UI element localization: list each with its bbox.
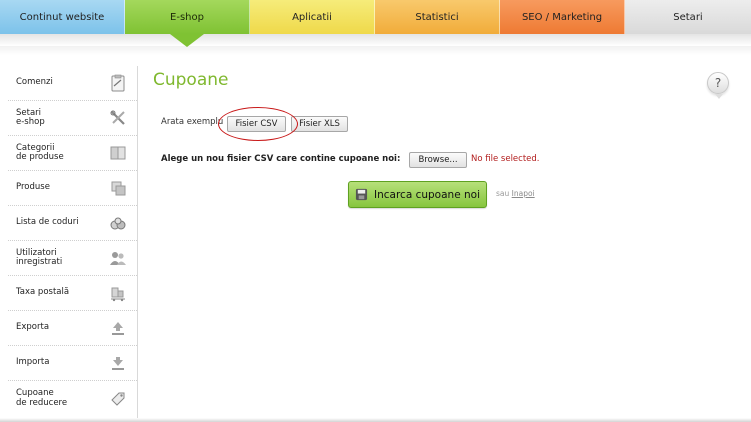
bottom-border [0,418,751,422]
tab-seo-marketing[interactable]: SEO / Marketing [500,0,625,34]
sidebar-item-label: Comenzi [16,77,53,88]
sidebar-item-label: Lista de coduri [16,217,79,228]
tab-statistici[interactable]: Statistici [375,0,500,34]
sidebar: Comenzi Setari e-shop Categorii de produ… [8,66,138,422]
sidebar-item-lista-coduri[interactable]: Lista de coduri [8,206,137,241]
tag-icon [109,390,127,408]
export-icon [109,319,127,337]
help-button[interactable]: ? [707,72,729,94]
sidebar-item-taxa-postala[interactable]: Taxa postală [8,276,137,311]
import-icon [109,354,127,372]
tab-e-shop[interactable]: E-shop [125,0,250,34]
top-navigation: Continut website E-shop Aplicatii Statis… [0,0,751,34]
alternative-action: sau Inapoi [496,189,535,198]
floppy-disk-icon [355,188,368,201]
sidebar-item-label: Cupoane de reducere [16,388,68,408]
clipboard-icon [109,74,127,92]
file-status: No file selected. [471,154,540,164]
tab-aplicatii[interactable]: Aplicatii [250,0,375,34]
page-title: Cupoane [153,70,229,90]
file-label: Alege un nou fisier CSV care contine cup… [161,154,401,164]
sidebar-item-utilizatori[interactable]: Utilizatori inregistrati [8,241,137,276]
sidebar-item-label: Setari e-shop [16,107,45,127]
active-tab-indicator [170,34,204,47]
upload-button-label: Incarca cupoane noi [374,188,480,201]
tab-continut-website[interactable]: Continut website [0,0,125,34]
xls-sample-button[interactable]: Fisier XLS [291,116,348,132]
upload-coupons-button[interactable]: Incarca cupoane noi [348,181,487,208]
users-icon [109,249,127,267]
sidebar-item-cupoane[interactable]: Cupoane de reducere [8,381,137,416]
back-link[interactable]: Inapoi [512,189,535,198]
sample-label: Arata exemplu [161,117,224,127]
sidebar-item-label: Exporta [16,322,50,333]
sidebar-item-importa[interactable]: Importa [8,346,137,381]
sidebar-item-label: Importa [16,357,50,368]
sidebar-item-label: Taxa postală [16,287,70,298]
highlight-ellipse [218,107,298,141]
sidebar-item-categorii[interactable]: Categorii de produse [8,136,137,171]
tools-icon [109,109,127,127]
help-icon: ? [714,76,722,90]
browse-button[interactable]: Browse... [409,152,467,168]
sidebar-item-label: Produse [16,182,50,193]
nav-shadow [0,34,751,46]
sidebar-item-produse[interactable]: Produse [8,171,137,206]
boxes-icon [109,179,127,197]
cart-icon [109,284,127,302]
sidebar-item-exporta[interactable]: Exporta [8,311,137,346]
book-icon [109,144,127,162]
or-text: sau [496,189,510,198]
sidebar-item-setari-eshop[interactable]: Setari e-shop [8,101,137,136]
help-pointer [715,94,723,99]
sidebar-item-label: Utilizatori inregistrati [16,247,63,267]
coins-icon [109,214,127,232]
sidebar-item-label: Categorii de produse [16,142,64,162]
sidebar-item-comenzi[interactable]: Comenzi [8,66,137,101]
tab-setari[interactable]: Setari [625,0,751,34]
nav-shadow-band [0,46,751,55]
